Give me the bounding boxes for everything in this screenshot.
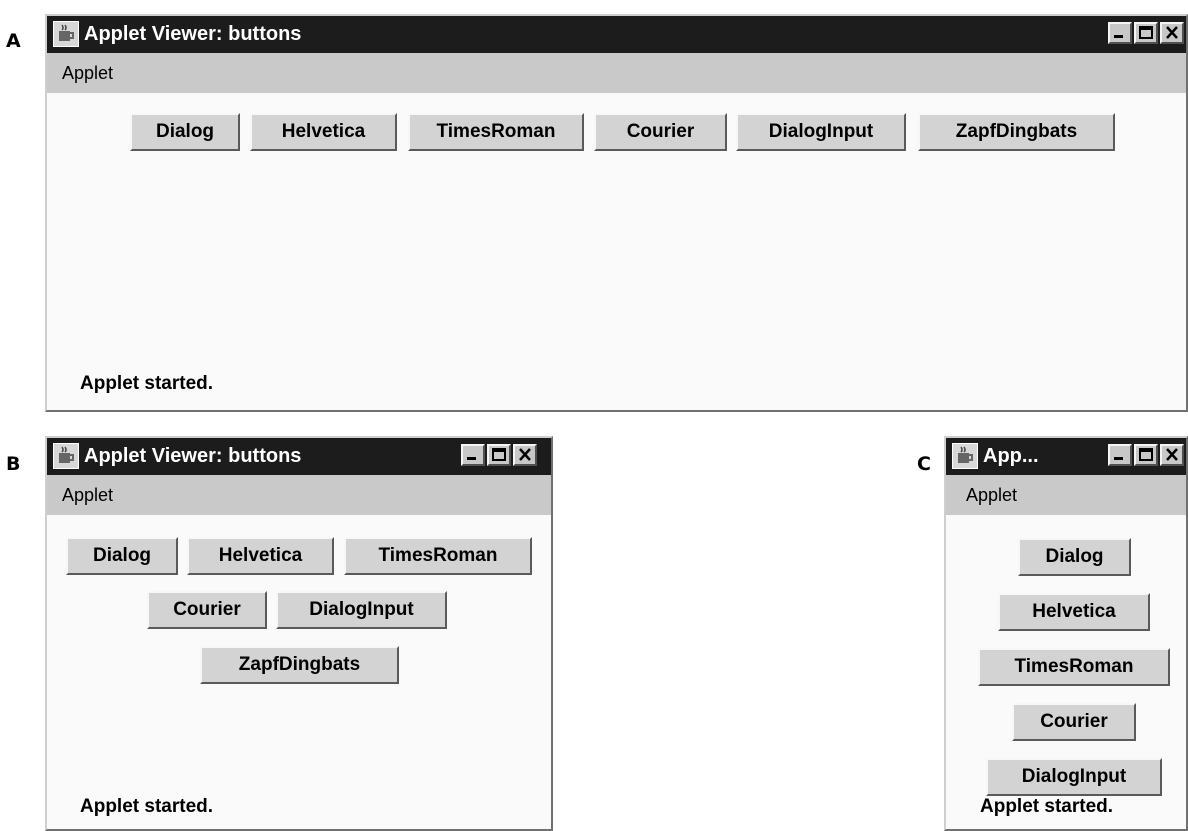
applet-window-b: Applet Viewer: buttons Applet Dialog Hel…	[45, 436, 553, 831]
minimize-icon	[467, 457, 476, 460]
timesroman-button[interactable]: TimesRoman	[408, 113, 584, 151]
close-button[interactable]	[513, 444, 537, 466]
title-bar[interactable]: Applet Viewer: buttons	[47, 438, 551, 475]
applet-content: Dialog Helvetica TimesRoman Courier Dial…	[47, 93, 1186, 410]
menu-bar: Applet	[47, 475, 551, 515]
minimize-icon	[1114, 457, 1123, 460]
close-icon	[519, 448, 531, 461]
minimize-button[interactable]	[461, 444, 485, 466]
close-button[interactable]	[1160, 444, 1184, 466]
applet-content: Dialog Helvetica TimesRoman Courier Dial…	[946, 515, 1186, 829]
helvetica-button[interactable]: Helvetica	[250, 113, 397, 151]
dialoginput-button[interactable]: DialogInput	[736, 113, 906, 151]
maximize-button[interactable]	[487, 444, 511, 466]
minimize-button[interactable]	[1108, 22, 1132, 44]
close-icon	[1166, 448, 1178, 461]
applet-window-c: App... Applet Dialog Helvetica TimesRoma…	[944, 436, 1188, 831]
dialog-button[interactable]: Dialog	[66, 537, 178, 575]
helvetica-button[interactable]: Helvetica	[187, 537, 334, 575]
title-bar[interactable]: App...	[946, 438, 1186, 475]
minimize-button[interactable]	[1108, 444, 1132, 466]
timesroman-button[interactable]: TimesRoman	[978, 648, 1170, 686]
minimize-icon	[1114, 35, 1123, 38]
timesroman-button[interactable]: TimesRoman	[344, 537, 532, 575]
status-text: Applet started.	[80, 796, 214, 817]
panel-label-c: C	[917, 453, 931, 475]
dialog-button[interactable]: Dialog	[1018, 538, 1131, 576]
dialog-button[interactable]: Dialog	[130, 113, 240, 151]
maximize-button[interactable]	[1134, 22, 1158, 44]
courier-button[interactable]: Courier	[147, 591, 267, 629]
panel-label-b: B	[6, 453, 21, 475]
maximize-icon	[1139, 448, 1153, 461]
helvetica-button[interactable]: Helvetica	[998, 593, 1150, 631]
dialoginput-button[interactable]: DialogInput	[986, 758, 1162, 796]
java-coffee-cup-icon[interactable]	[952, 443, 978, 469]
menu-applet[interactable]: Applet	[966, 485, 1017, 505]
panel-label-a: A	[6, 30, 21, 52]
zapfdingbats-button[interactable]: ZapfDingbats	[200, 646, 399, 684]
maximize-button[interactable]	[1134, 444, 1158, 466]
dialoginput-button[interactable]: DialogInput	[276, 591, 447, 629]
menu-applet[interactable]: Applet	[62, 485, 113, 505]
window-title: Applet Viewer: buttons	[84, 445, 302, 467]
applet-window-a: Applet Viewer: buttons Applet Dialog Hel…	[45, 14, 1188, 412]
status-text: Applet started.	[80, 373, 214, 394]
title-bar[interactable]: Applet Viewer: buttons	[47, 16, 1186, 53]
close-icon	[1166, 26, 1178, 39]
menu-bar: Applet	[946, 475, 1186, 515]
courier-button[interactable]: Courier	[1012, 703, 1136, 741]
window-title: App...	[983, 445, 1039, 467]
status-text: Applet started.	[980, 796, 1118, 828]
maximize-icon	[1139, 26, 1153, 39]
courier-button[interactable]: Courier	[594, 113, 727, 151]
maximize-icon	[492, 448, 506, 461]
menu-applet[interactable]: Applet	[62, 63, 113, 83]
zapfdingbats-button[interactable]: ZapfDingbats	[918, 113, 1115, 151]
applet-content: Dialog Helvetica TimesRoman Courier Dial…	[47, 515, 551, 829]
window-title: Applet Viewer: buttons	[84, 23, 302, 45]
menu-bar: Applet	[47, 53, 1186, 93]
java-coffee-cup-icon[interactable]	[53, 21, 79, 47]
close-button[interactable]	[1160, 22, 1184, 44]
java-coffee-cup-icon[interactable]	[53, 443, 79, 469]
